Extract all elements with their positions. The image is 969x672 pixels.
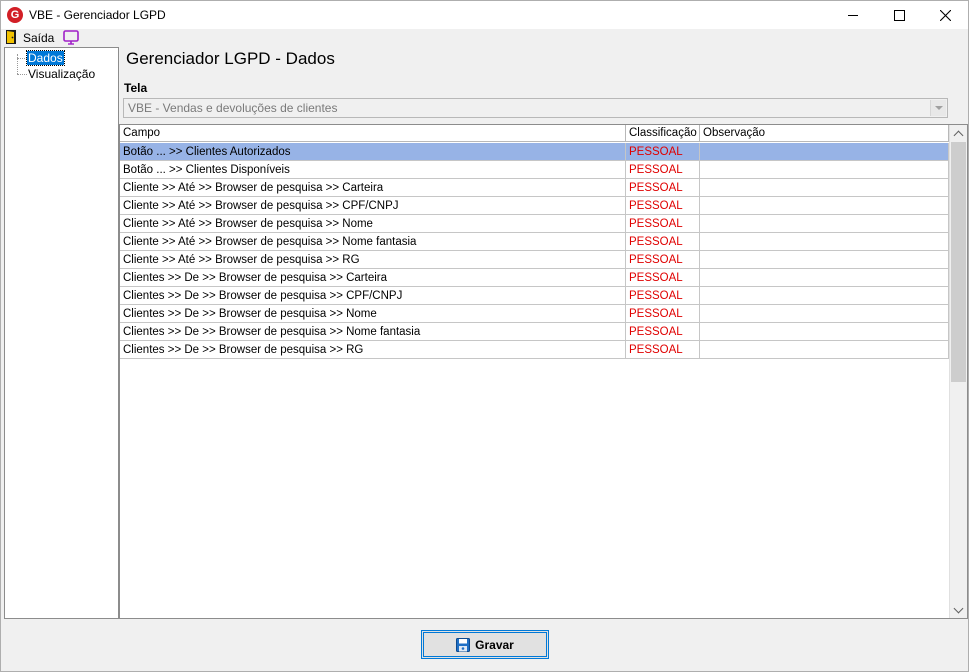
- save-button-label: Gravar: [475, 637, 514, 652]
- cell-campo[interactable]: Clientes >> De >> Browser de pesquisa >>…: [120, 269, 626, 287]
- menu-bar: Saída: [1, 29, 968, 47]
- cell-campo[interactable]: Cliente >> Até >> Browser de pesquisa >>…: [120, 251, 626, 269]
- column-header-observacao[interactable]: Observação: [700, 125, 949, 142]
- cell-classificacao[interactable]: PESSOAL: [626, 233, 700, 251]
- scroll-down-button[interactable]: [950, 601, 967, 618]
- scroll-up-button[interactable]: [950, 125, 967, 142]
- table-row[interactable]: Cliente >> Até >> Browser de pesquisa >>…: [120, 179, 949, 197]
- tree-item-dados[interactable]: Dados: [26, 50, 65, 66]
- table-row[interactable]: Clientes >> De >> Browser de pesquisa >>…: [120, 269, 949, 287]
- app-logo-icon: G: [7, 7, 23, 23]
- exit-menu-item[interactable]: Saída: [23, 31, 54, 45]
- cell-observacao[interactable]: [700, 287, 949, 305]
- dropdown-button[interactable]: [930, 100, 946, 116]
- maximize-button[interactable]: [876, 1, 922, 29]
- cell-observacao[interactable]: [700, 269, 949, 287]
- column-header-classificacao[interactable]: Classificação: [626, 125, 700, 142]
- cell-observacao[interactable]: [700, 233, 949, 251]
- cell-classificacao[interactable]: PESSOAL: [626, 197, 700, 215]
- cell-observacao[interactable]: [700, 323, 949, 341]
- cell-observacao[interactable]: [700, 197, 949, 215]
- title-bar[interactable]: G VBE - Gerenciador LGPD: [1, 1, 968, 29]
- table-row[interactable]: Cliente >> Até >> Browser de pesquisa >>…: [120, 215, 949, 233]
- tree-item-visualizacao[interactable]: Visualização: [27, 67, 96, 81]
- table-row[interactable]: Clientes >> De >> Browser de pesquisa >>…: [120, 341, 949, 359]
- close-icon: [939, 9, 951, 21]
- tree-connector: [17, 74, 27, 75]
- scroll-down-icon: [953, 603, 964, 613]
- cell-classificacao[interactable]: PESSOAL: [626, 269, 700, 287]
- main-window: G VBE - Gerenciador LGPD Saída Dados Vis…: [0, 0, 969, 672]
- table-row[interactable]: Clientes >> De >> Browser de pesquisa >>…: [120, 323, 949, 341]
- cell-classificacao[interactable]: PESSOAL: [626, 179, 700, 197]
- exit-door-icon[interactable]: [6, 30, 16, 44]
- cell-classificacao[interactable]: PESSOAL: [626, 323, 700, 341]
- cell-campo[interactable]: Clientes >> De >> Browser de pesquisa >>…: [120, 323, 626, 341]
- vertical-scrollbar[interactable]: [949, 125, 967, 618]
- cell-campo[interactable]: Cliente >> Até >> Browser de pesquisa >>…: [120, 233, 626, 251]
- cell-campo[interactable]: Clientes >> De >> Browser de pesquisa >>…: [120, 287, 626, 305]
- cell-campo[interactable]: Botão ... >> Clientes Autorizados: [120, 143, 626, 161]
- floppy-disk-icon: [456, 637, 471, 652]
- table-row[interactable]: Cliente >> Até >> Browser de pesquisa >>…: [120, 197, 949, 215]
- close-button[interactable]: [922, 1, 968, 29]
- cell-classificacao[interactable]: PESSOAL: [626, 305, 700, 323]
- fields-grid: Campo Classificação Observação Botão ...…: [119, 124, 968, 619]
- cell-observacao[interactable]: [700, 341, 949, 359]
- cell-campo[interactable]: Cliente >> Até >> Browser de pesquisa >>…: [120, 215, 626, 233]
- tree-connector: [17, 54, 18, 74]
- cell-campo[interactable]: Clientes >> De >> Browser de pesquisa >>…: [120, 305, 626, 323]
- tela-select[interactable]: VBE - Vendas e devoluções de clientes: [123, 98, 948, 118]
- tela-select-value: VBE - Vendas e devoluções de clientes: [128, 101, 338, 115]
- cell-observacao[interactable]: [700, 161, 949, 179]
- maximize-icon: [893, 9, 905, 21]
- column-header-campo[interactable]: Campo: [120, 125, 626, 142]
- tree-connector: [17, 58, 27, 59]
- table-row[interactable]: Botão ... >> Clientes Autorizados PESSOA…: [120, 143, 949, 161]
- cell-observacao[interactable]: [700, 251, 949, 269]
- table-row[interactable]: Cliente >> Até >> Browser de pesquisa >>…: [120, 233, 949, 251]
- cell-classificacao[interactable]: PESSOAL: [626, 215, 700, 233]
- cell-observacao[interactable]: [700, 179, 949, 197]
- scrollbar-thumb[interactable]: [951, 142, 966, 382]
- screen-icon[interactable]: [63, 30, 79, 45]
- cell-campo[interactable]: Clientes >> De >> Browser de pesquisa >>…: [120, 341, 626, 359]
- navigation-tree: Dados Visualização: [4, 47, 119, 619]
- cell-campo[interactable]: Cliente >> Até >> Browser de pesquisa >>…: [120, 197, 626, 215]
- cell-classificacao[interactable]: PESSOAL: [626, 251, 700, 269]
- cell-observacao[interactable]: [700, 305, 949, 323]
- cell-campo[interactable]: Botão ... >> Clientes Disponíveis: [120, 161, 626, 179]
- table-row[interactable]: Botão ... >> Clientes Disponíveis PESSOA…: [120, 161, 949, 179]
- cell-classificacao[interactable]: PESSOAL: [626, 341, 700, 359]
- page-title: Gerenciador LGPD - Dados: [126, 49, 335, 68]
- grid-header: Campo Classificação Observação: [120, 125, 949, 142]
- cell-classificacao[interactable]: PESSOAL: [626, 143, 700, 161]
- table-row[interactable]: Clientes >> De >> Browser de pesquisa >>…: [120, 305, 949, 323]
- minimize-icon: [848, 14, 858, 16]
- cell-observacao[interactable]: [700, 215, 949, 233]
- dropdown-arrow-icon: [934, 106, 943, 110]
- minimize-button[interactable]: [830, 1, 876, 29]
- cell-classificacao[interactable]: PESSOAL: [626, 161, 700, 179]
- table-row[interactable]: Cliente >> Até >> Browser de pesquisa >>…: [120, 251, 949, 269]
- save-button[interactable]: Gravar: [421, 630, 549, 659]
- window-title: VBE - Gerenciador LGPD: [29, 8, 166, 22]
- cell-classificacao[interactable]: PESSOAL: [626, 287, 700, 305]
- cell-observacao[interactable]: [700, 143, 949, 161]
- table-row[interactable]: Clientes >> De >> Browser de pesquisa >>…: [120, 287, 949, 305]
- scroll-up-icon: [953, 130, 964, 140]
- tela-label: Tela: [124, 81, 148, 95]
- cell-campo[interactable]: Cliente >> Até >> Browser de pesquisa >>…: [120, 179, 626, 197]
